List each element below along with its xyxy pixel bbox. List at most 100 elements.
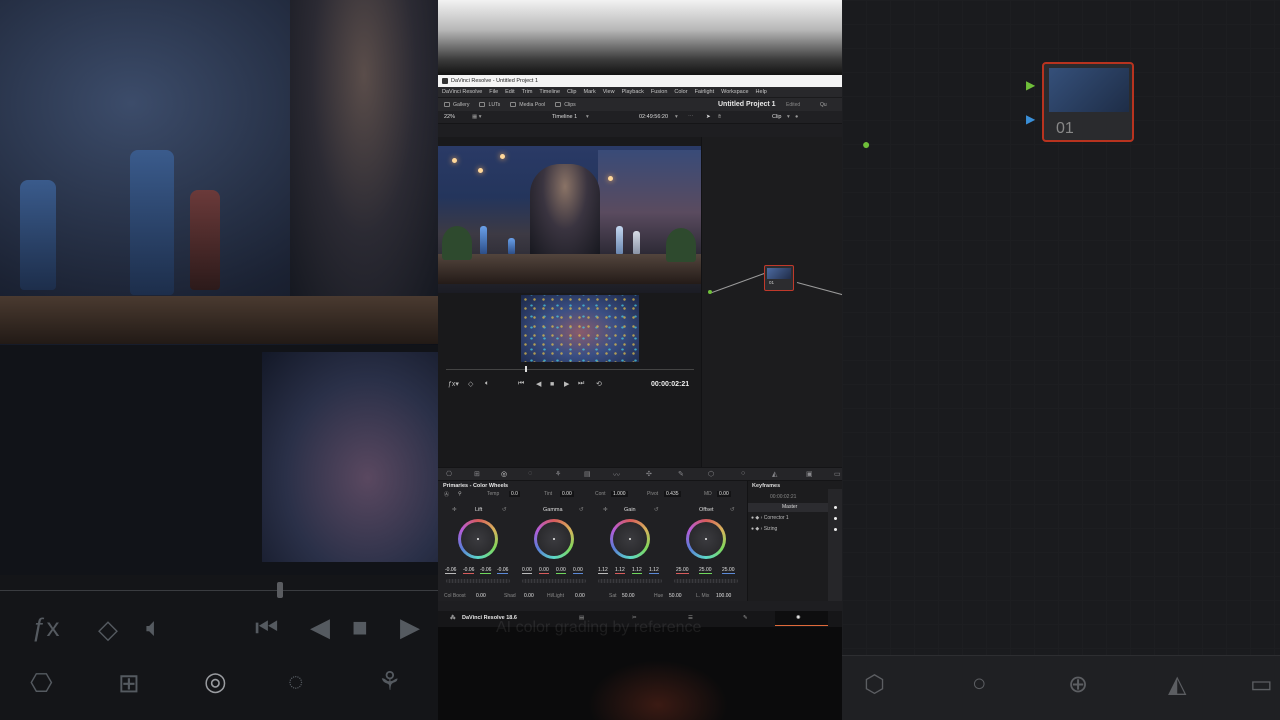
sat-field[interactable]: 50.00 bbox=[622, 593, 635, 599]
blur-icon[interactable]: ◭ bbox=[772, 470, 777, 478]
play-icon[interactable]: ▶ bbox=[564, 380, 569, 388]
gain-reset-icon[interactable]: ↺ bbox=[654, 507, 659, 513]
clip-chevron-icon[interactable]: ▾ bbox=[787, 114, 790, 120]
offset-r-value[interactable]: 25.00 bbox=[676, 567, 689, 574]
qualifier-icon[interactable]: ✣ bbox=[646, 470, 652, 478]
grid-palette-icon[interactable]: ⊞ bbox=[474, 470, 480, 478]
lift-wheel-center[interactable] bbox=[461, 522, 495, 556]
viewer-layout-icon[interactable]: ▦ ▾ bbox=[472, 114, 482, 120]
menu-fusion[interactable]: Fusion bbox=[651, 87, 668, 97]
menu-view[interactable]: View bbox=[603, 87, 615, 97]
temp-field[interactable]: 0.0 bbox=[509, 491, 520, 497]
reference-clip-frame[interactable] bbox=[521, 295, 639, 362]
scrubber-playhead[interactable] bbox=[525, 366, 527, 372]
node-dot-icon[interactable]: ● bbox=[795, 114, 798, 120]
color-page-icon[interactable]: ✺ bbox=[796, 615, 801, 621]
stop-icon[interactable]: ■ bbox=[550, 381, 554, 388]
pivot-field[interactable]: 0.435 bbox=[664, 491, 681, 497]
md-field[interactable]: 0.00 bbox=[717, 491, 731, 497]
speaker-icon[interactable]: 🔈︎ bbox=[485, 380, 489, 388]
keyframe-dot[interactable] bbox=[834, 506, 837, 509]
lift-r-value[interactable]: -0.06 bbox=[463, 567, 475, 574]
rgb-mixer-icon[interactable]: ⚘ bbox=[555, 470, 561, 478]
fusion-page-icon[interactable]: ✎ bbox=[743, 615, 748, 621]
menu-workspace[interactable]: Workspace bbox=[721, 87, 748, 97]
node-editor[interactable]: 01 bbox=[701, 137, 842, 467]
pointer-tool-icon[interactable]: ➤ bbox=[706, 114, 711, 120]
lift-master-jog[interactable] bbox=[446, 579, 510, 583]
gain-g-value[interactable]: 1.12 bbox=[632, 567, 642, 574]
timeline-dropdown[interactable]: Timeline 1 bbox=[552, 114, 577, 120]
auto-balance-icon[interactable]: Ⓐ bbox=[444, 491, 449, 498]
lift-wheel[interactable] bbox=[458, 519, 498, 559]
offset-reset-icon[interactable]: ↺ bbox=[730, 507, 735, 513]
curves-palette-icon[interactable]: ⎔ bbox=[446, 470, 452, 478]
gain-r-value[interactable]: 1.12 bbox=[615, 567, 625, 574]
quick-export-button[interactable]: Qu bbox=[820, 102, 827, 108]
lift-b-value[interactable]: -0.06 bbox=[497, 567, 509, 574]
tc-chevron-icon[interactable]: ▾ bbox=[675, 114, 678, 120]
tint-field[interactable]: 0.00 bbox=[560, 491, 574, 497]
menu-playback[interactable]: Playback bbox=[622, 87, 644, 97]
layers-icon[interactable]: ◇ bbox=[468, 380, 473, 388]
gain-b-value[interactable]: 1.12 bbox=[649, 567, 659, 574]
menu-color[interactable]: Color bbox=[674, 87, 687, 97]
gamma-b-value[interactable]: 0.00 bbox=[573, 567, 583, 574]
motion-effects-icon[interactable]: ▤ bbox=[584, 470, 591, 478]
menu-mark[interactable]: Mark bbox=[584, 87, 596, 97]
loop-icon[interactable]: ⟲ bbox=[596, 380, 602, 388]
hue-field[interactable]: 50.00 bbox=[669, 593, 682, 599]
menu-clip[interactable]: Clip bbox=[567, 87, 576, 97]
lift-g-value[interactable]: -0.06 bbox=[480, 567, 492, 574]
gamma-wheel-center[interactable] bbox=[537, 522, 571, 556]
tracker-icon[interactable]: ⬡ bbox=[708, 470, 714, 478]
main-clip-frame[interactable] bbox=[438, 146, 701, 293]
color-wheels-icon[interactable]: ◎ bbox=[501, 470, 507, 478]
gain-wheel-center[interactable] bbox=[613, 522, 647, 556]
hdr-wheels-icon[interactable]: ◌ bbox=[528, 470, 532, 477]
keyframes-master-row[interactable]: Master bbox=[748, 503, 828, 512]
luts-button[interactable]: LUTs bbox=[479, 102, 500, 108]
zoom-dropdown[interactable]: 22% bbox=[444, 114, 455, 120]
col-boost-field[interactable]: 0.00 bbox=[476, 593, 486, 599]
gamma-master-jog[interactable] bbox=[522, 579, 586, 583]
reverse-play-icon[interactable]: ◀ bbox=[536, 380, 541, 388]
timeline-chevron-icon[interactable]: ▾ bbox=[586, 114, 589, 120]
menu-fairlight[interactable]: Fairlight bbox=[695, 87, 715, 97]
hand-tool-icon[interactable]: ✋︎ bbox=[718, 114, 721, 121]
lift-reset-icon[interactable]: ↺ bbox=[502, 507, 507, 513]
menu-timeline[interactable]: Timeline bbox=[539, 87, 560, 97]
key-icon[interactable]: ▣ bbox=[806, 470, 813, 478]
offset-wheel[interactable] bbox=[686, 519, 726, 559]
window-icon[interactable]: ○ bbox=[741, 470, 745, 477]
menu-davinci[interactable]: DaVinci Resolve bbox=[442, 87, 482, 97]
skip-to-start-icon[interactable]: ⏮︎ bbox=[518, 380, 524, 388]
node-corrector-1[interactable]: 01 bbox=[764, 265, 794, 291]
color-page-tab[interactable] bbox=[775, 611, 828, 626]
gamma-g-value[interactable]: 0.00 bbox=[556, 567, 566, 574]
eyedropper-icon[interactable]: ✎ bbox=[678, 470, 684, 478]
keyframes-row-corrector[interactable]: ● ◆ › Corrector 1 bbox=[751, 515, 789, 521]
clips-button[interactable]: Clips bbox=[555, 102, 576, 108]
keyframes-row-sizing[interactable]: ● ◆ › Sizing bbox=[751, 526, 777, 532]
gamma-wheel[interactable] bbox=[534, 519, 574, 559]
gain-y-value[interactable]: 1.12 bbox=[598, 567, 608, 574]
clip-mode-dropdown[interactable]: Clip bbox=[772, 114, 781, 120]
hilight-field[interactable]: 0.00 bbox=[575, 593, 585, 599]
crosshair-icon[interactable]: ✛ bbox=[452, 507, 457, 513]
menu-help[interactable]: Help bbox=[756, 87, 767, 97]
viewer-scrubber[interactable] bbox=[446, 369, 694, 370]
gain-crosshair-icon[interactable]: ✛ bbox=[603, 507, 608, 513]
gamma-reset-icon[interactable]: ↺ bbox=[579, 507, 584, 513]
offset-g-value[interactable]: 25.00 bbox=[699, 567, 712, 574]
cont-field[interactable]: 1.000 bbox=[611, 491, 628, 497]
menu-trim[interactable]: Trim bbox=[522, 87, 533, 97]
gallery-button[interactable]: Gallery bbox=[444, 102, 469, 108]
curves-icon[interactable]: 〰 bbox=[613, 470, 620, 480]
gamma-r-value[interactable]: 0.00 bbox=[539, 567, 549, 574]
offset-b-value[interactable]: 25.00 bbox=[722, 567, 735, 574]
sizing-icon[interactable]: ▭ bbox=[834, 470, 841, 478]
menu-file[interactable]: File bbox=[489, 87, 498, 97]
keyframe-dot[interactable] bbox=[834, 517, 837, 520]
gain-master-jog[interactable] bbox=[598, 579, 662, 583]
